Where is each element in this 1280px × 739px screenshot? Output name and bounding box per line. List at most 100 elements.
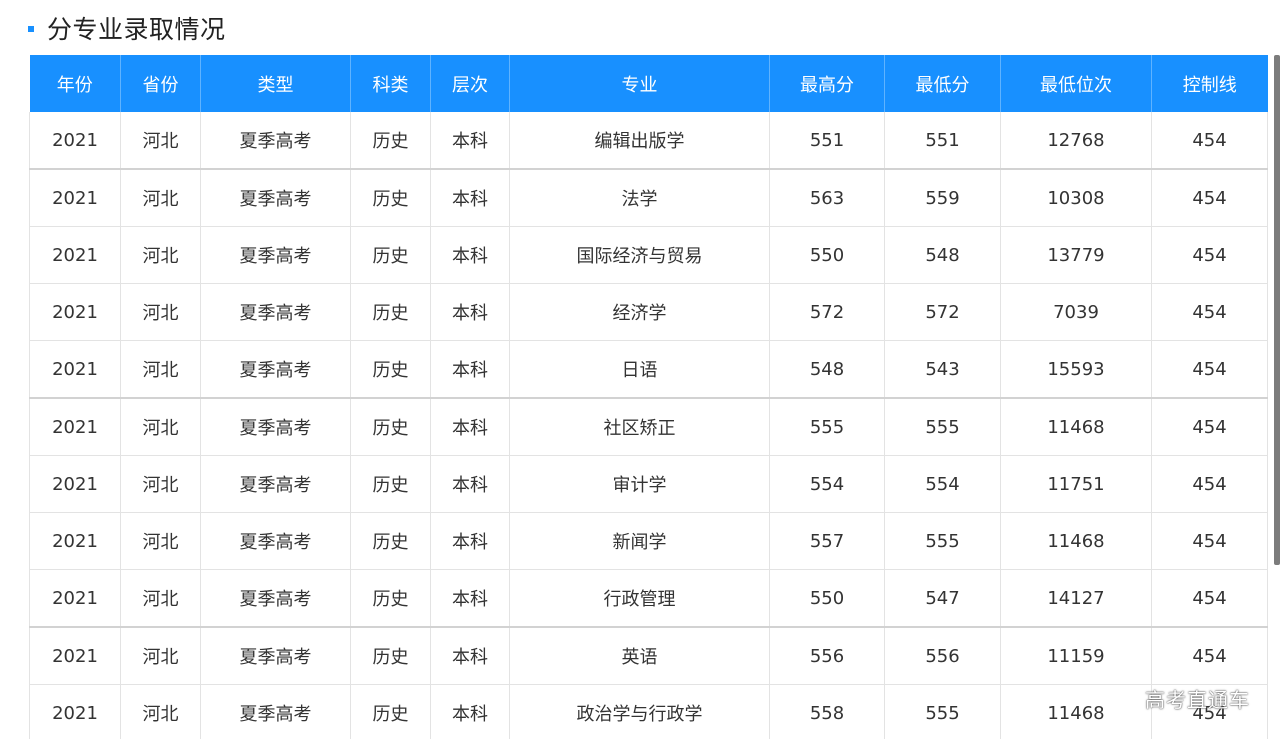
cell-min-rank: 7039 xyxy=(1000,283,1152,341)
cell-control-line: 454 xyxy=(1151,569,1268,628)
cell-province: 河北 xyxy=(120,627,201,685)
cell-year: 2021 xyxy=(29,569,121,628)
cell-major: 审计学 xyxy=(509,455,770,513)
cell-major: 国际经济与贸易 xyxy=(509,226,770,284)
table-row: 2021 河北 夏季高考 历史 本科 行政管理 550 547 14127 45… xyxy=(29,569,1268,628)
cell-min-rank: 11468 xyxy=(1000,684,1152,739)
table-row: 2021 河北 夏季高考 历史 本科 英语 556 556 11159 454 xyxy=(29,627,1268,685)
cell-year: 2021 xyxy=(29,283,121,341)
cell-province: 河北 xyxy=(120,569,201,628)
cell-min-rank: 14127 xyxy=(1000,569,1152,628)
cell-max-score: 554 xyxy=(769,455,885,513)
cell-major: 日语 xyxy=(509,340,770,399)
watermark: 高考直通车 xyxy=(1145,688,1250,712)
cell-subject: 历史 xyxy=(350,569,431,628)
cell-year: 2021 xyxy=(29,398,121,456)
cell-year: 2021 xyxy=(29,627,121,685)
column-header-level[interactable]: 层次 xyxy=(430,55,510,112)
cell-max-score: 551 xyxy=(769,112,885,170)
cell-min-rank: 11468 xyxy=(1000,512,1152,570)
cell-major: 编辑出版学 xyxy=(509,112,770,170)
cell-min-rank: 15593 xyxy=(1000,340,1152,399)
cell-subject: 历史 xyxy=(350,455,431,513)
cell-year: 2021 xyxy=(29,455,121,513)
column-header-year[interactable]: 年份 xyxy=(29,55,121,112)
cell-level: 本科 xyxy=(430,169,510,227)
cell-min-rank: 11159 xyxy=(1000,627,1152,685)
square-bullet-icon xyxy=(28,26,34,32)
cell-year: 2021 xyxy=(29,512,121,570)
admission-table-container: 年份 省份 类型 科类 层次 专业 最高分 最低分 最低位次 控制线 2021 … xyxy=(29,55,1268,739)
column-header-min-rank[interactable]: 最低位次 xyxy=(1000,55,1152,112)
cell-min-score: 543 xyxy=(884,340,1001,399)
cell-province: 河北 xyxy=(120,340,201,399)
cell-major: 政治学与行政学 xyxy=(509,684,770,739)
cell-type: 夏季高考 xyxy=(200,627,351,685)
cell-type: 夏季高考 xyxy=(200,169,351,227)
cell-max-score: 557 xyxy=(769,512,885,570)
table-row: 2021 河北 夏季高考 历史 本科 法学 563 559 10308 454 xyxy=(29,169,1268,227)
cell-subject: 历史 xyxy=(350,226,431,284)
cell-type: 夏季高考 xyxy=(200,512,351,570)
cell-control-line: 454 xyxy=(1151,627,1268,685)
table-row: 2021 河北 夏季高考 历史 本科 日语 548 543 15593 454 xyxy=(29,340,1268,399)
cell-level: 本科 xyxy=(430,569,510,628)
column-header-province[interactable]: 省份 xyxy=(120,55,201,112)
cell-level: 本科 xyxy=(430,627,510,685)
cell-control-line: 454 xyxy=(1151,455,1268,513)
cell-province: 河北 xyxy=(120,226,201,284)
cell-control-line: 454 xyxy=(1151,226,1268,284)
column-header-min-score[interactable]: 最低分 xyxy=(884,55,1001,112)
cell-subject: 历史 xyxy=(350,684,431,739)
cell-min-score: 555 xyxy=(884,512,1001,570)
cell-min-score: 559 xyxy=(884,169,1001,227)
cell-level: 本科 xyxy=(430,398,510,456)
column-header-major[interactable]: 专业 xyxy=(509,55,770,112)
column-header-control-line[interactable]: 控制线 xyxy=(1151,55,1268,112)
cell-min-score: 548 xyxy=(884,226,1001,284)
table-row: 2021 河北 夏季高考 历史 本科 政治学与行政学 558 555 11468… xyxy=(29,684,1268,739)
column-header-type[interactable]: 类型 xyxy=(200,55,351,112)
cell-subject: 历史 xyxy=(350,169,431,227)
table-header-row: 年份 省份 类型 科类 层次 专业 最高分 最低分 最低位次 控制线 xyxy=(29,55,1268,112)
cell-max-score: 563 xyxy=(769,169,885,227)
cell-control-line: 454 xyxy=(1151,283,1268,341)
table-row: 2021 河北 夏季高考 历史 本科 新闻学 557 555 11468 454 xyxy=(29,512,1268,570)
cell-major: 新闻学 xyxy=(509,512,770,570)
cell-province: 河北 xyxy=(120,455,201,513)
cell-subject: 历史 xyxy=(350,398,431,456)
table-row: 2021 河北 夏季高考 历史 本科 经济学 572 572 7039 454 xyxy=(29,283,1268,341)
cell-min-score: 555 xyxy=(884,398,1001,456)
cell-max-score: 555 xyxy=(769,398,885,456)
cell-province: 河北 xyxy=(120,283,201,341)
cell-level: 本科 xyxy=(430,684,510,739)
cell-subject: 历史 xyxy=(350,112,431,170)
cell-min-rank: 11751 xyxy=(1000,455,1152,513)
cell-max-score: 556 xyxy=(769,627,885,685)
page-title: 分专业录取情况 xyxy=(47,15,226,44)
cell-major: 法学 xyxy=(509,169,770,227)
cell-province: 河北 xyxy=(120,112,201,170)
cell-control-line: 454 xyxy=(1151,512,1268,570)
cell-subject: 历史 xyxy=(350,340,431,399)
cell-province: 河北 xyxy=(120,684,201,739)
cell-type: 夏季高考 xyxy=(200,455,351,513)
cell-type: 夏季高考 xyxy=(200,226,351,284)
cell-year: 2021 xyxy=(29,169,121,227)
cell-min-rank: 10308 xyxy=(1000,169,1152,227)
cell-subject: 历史 xyxy=(350,283,431,341)
cell-min-score: 556 xyxy=(884,627,1001,685)
vertical-scrollbar[interactable] xyxy=(1274,55,1280,565)
cell-major: 英语 xyxy=(509,627,770,685)
cell-level: 本科 xyxy=(430,455,510,513)
cell-major: 经济学 xyxy=(509,283,770,341)
cell-control-line: 454 xyxy=(1151,398,1268,456)
column-header-max-score[interactable]: 最高分 xyxy=(769,55,885,112)
column-header-subject[interactable]: 科类 xyxy=(350,55,431,112)
cell-type: 夏季高考 xyxy=(200,112,351,170)
cell-min-rank: 12768 xyxy=(1000,112,1152,170)
table-row: 2021 河北 夏季高考 历史 本科 社区矫正 555 555 11468 45… xyxy=(29,398,1268,456)
cell-min-score: 572 xyxy=(884,283,1001,341)
cell-min-score: 555 xyxy=(884,684,1001,739)
table-row: 2021 河北 夏季高考 历史 本科 审计学 554 554 11751 454 xyxy=(29,455,1268,513)
